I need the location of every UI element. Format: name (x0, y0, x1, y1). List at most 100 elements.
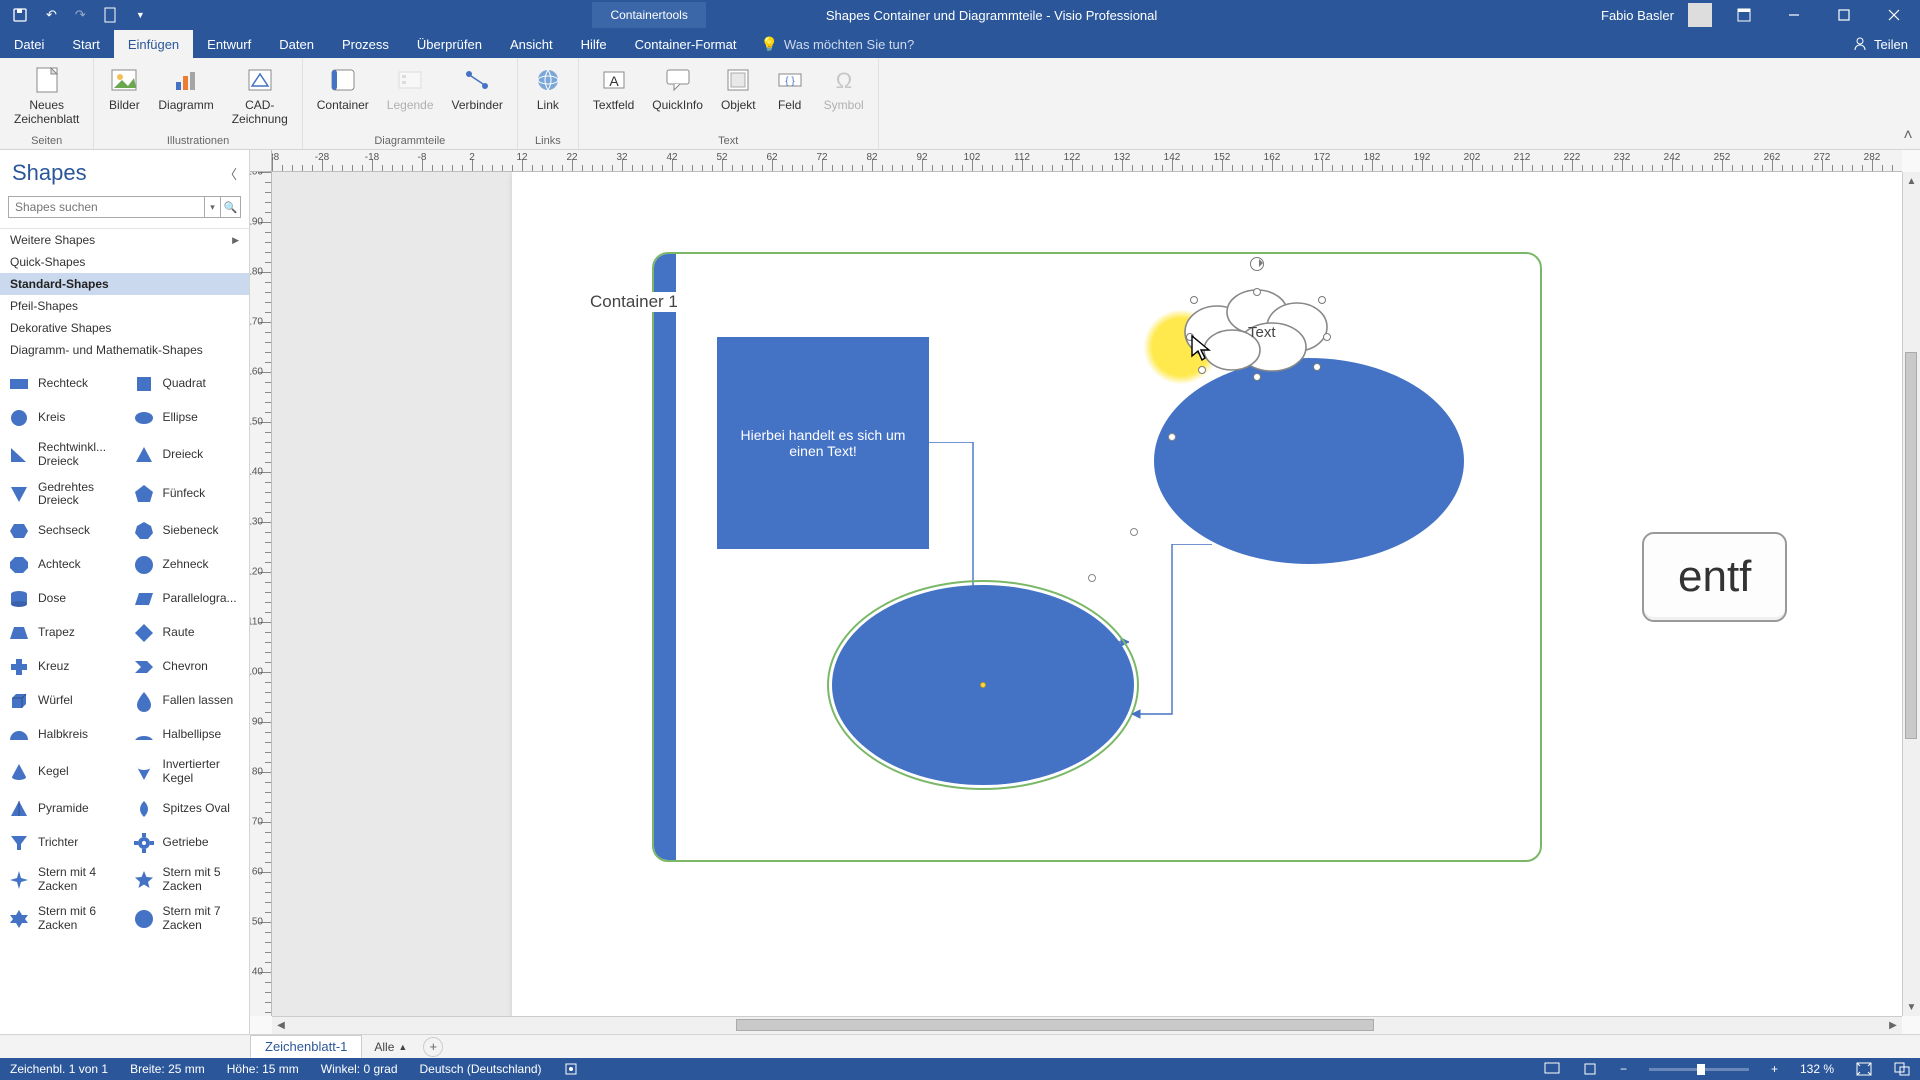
shape-palette-item[interactable]: Chevron (125, 650, 250, 684)
shape-palette-item[interactable]: Zehneck (125, 548, 250, 582)
macro-recording-icon[interactable] (564, 1062, 578, 1076)
connection-point[interactable] (1088, 574, 1096, 582)
ribbon-tab-start[interactable]: Start (58, 30, 113, 58)
scroll-right-icon[interactable]: ▶ (1884, 1017, 1902, 1034)
ribbon-cad-button[interactable]: CAD-Zeichnung (226, 62, 294, 129)
undo-button[interactable]: ↶ (42, 3, 61, 27)
ribbon-display-options-icon[interactable] (1726, 0, 1762, 30)
selection-center-handle[interactable] (980, 682, 986, 688)
shape-palette-item[interactable]: Pyramide (0, 792, 125, 826)
shape-palette-item[interactable]: InvertierterKegel (125, 752, 250, 792)
maximize-button[interactable] (1826, 0, 1862, 30)
shape-palette-item[interactable]: Siebeneck (125, 514, 250, 548)
container-label[interactable]: Container 1 (590, 292, 678, 312)
selection-handle[interactable] (1313, 363, 1321, 371)
shape-palette-item[interactable]: Trichter (0, 826, 125, 860)
callout-text[interactable]: Text (1248, 324, 1276, 341)
selection-handle[interactable] (1318, 296, 1326, 304)
selection-handle[interactable] (1253, 373, 1261, 381)
stencil-item[interactable]: Standard-Shapes (0, 273, 249, 295)
drawing-page[interactable]: Container 1 Hierbei handelt es sich um e… (512, 172, 1902, 1016)
ribbon-tab-container-format[interactable]: Container-Format (621, 30, 751, 58)
shape-palette-item[interactable]: Fünfeck (125, 475, 250, 515)
shape-palette-item[interactable]: Rechteck (0, 367, 125, 401)
shape-palette-item[interactable]: Dose (0, 582, 125, 616)
shape-palette-item[interactable]: Quadrat (125, 367, 250, 401)
zoom-slider[interactable] (1649, 1068, 1749, 1071)
shape-palette-item[interactable]: Stern mit 4Zacken (0, 860, 125, 900)
stencil-item[interactable]: Quick-Shapes (0, 251, 249, 273)
pan-zoom-window-icon[interactable] (1894, 1062, 1910, 1076)
selection-handle[interactable] (1186, 333, 1194, 341)
selection-handle[interactable] (1323, 333, 1331, 341)
rotate-handle[interactable] (1250, 257, 1264, 271)
ellipse-shape-1[interactable] (832, 585, 1134, 785)
close-button[interactable] (1876, 0, 1912, 30)
ribbon-quickinfo-button[interactable]: QuickInfo (646, 62, 709, 114)
scroll-left-icon[interactable]: ◀ (272, 1017, 290, 1034)
shape-palette-item[interactable]: Trapez (0, 616, 125, 650)
zoom-out-button[interactable]: − (1620, 1062, 1627, 1076)
ribbon-picture-button[interactable]: Bilder (102, 62, 146, 114)
rectangle-shape[interactable]: Hierbei handelt es sich um einen Text! (717, 337, 929, 549)
ribbon-connector-button[interactable]: Verbinder (446, 62, 509, 114)
ribbon-link-button[interactable]: Link (526, 62, 570, 114)
connection-point[interactable] (1130, 528, 1138, 536)
stencil-item[interactable]: Dekorative Shapes (0, 317, 249, 339)
ribbon-container-button[interactable]: Container (311, 62, 375, 114)
ribbon-tab-hilfe[interactable]: Hilfe (567, 30, 621, 58)
status-language[interactable]: Deutsch (Deutschland) (420, 1062, 542, 1076)
presentation-mode-icon[interactable] (1544, 1062, 1560, 1076)
collapse-ribbon-icon[interactable]: ˄ (1896, 58, 1920, 149)
shape-palette-item[interactable]: Raute (125, 616, 250, 650)
scroll-up-icon[interactable]: ▲ (1903, 172, 1920, 190)
user-name[interactable]: Fabio Basler (1601, 8, 1674, 23)
context-tab-container[interactable]: Containertools (592, 2, 705, 28)
shape-palette-item[interactable]: Ellipse (125, 401, 250, 435)
vertical-scrollbar[interactable]: ▲ ▼ (1902, 172, 1920, 1016)
connector-2[interactable] (1132, 544, 1212, 744)
ribbon-tab-daten[interactable]: Daten (265, 30, 328, 58)
ribbon-tab-überprüfen[interactable]: Überprüfen (403, 30, 496, 58)
ribbon-tab-einfügen[interactable]: Einfügen (114, 30, 193, 58)
shape-palette-item[interactable]: Spitzes Oval (125, 792, 250, 826)
ribbon-tab-entwurf[interactable]: Entwurf (193, 30, 265, 58)
selection-handle[interactable] (1198, 366, 1206, 374)
shape-palette-item[interactable]: Stern mit 6Zacken (0, 899, 125, 939)
stencil-item[interactable]: Pfeil-Shapes (0, 295, 249, 317)
sheets-all-button[interactable]: Alle▲ (364, 1037, 417, 1057)
ribbon-textbox-button[interactable]: ATextfeld (587, 62, 640, 114)
shape-palette-item[interactable]: Kegel (0, 752, 125, 792)
shape-palette-item[interactable]: GedrehtesDreieck (0, 475, 125, 515)
redo-button[interactable]: ↷ (71, 3, 90, 27)
shape-palette-item[interactable]: Kreuz (0, 650, 125, 684)
ribbon-tab-prozess[interactable]: Prozess (328, 30, 403, 58)
shape-palette-item[interactable]: Kreis (0, 401, 125, 435)
shape-palette-item[interactable]: Parallelogra... (125, 582, 250, 616)
shape-palette-item[interactable]: Würfel (0, 684, 125, 718)
shape-palette-item[interactable]: Sechseck (0, 514, 125, 548)
shape-palette-item[interactable]: Stern mit 7Zacken (125, 899, 250, 939)
connection-point[interactable] (1168, 433, 1176, 441)
shape-palette-item[interactable]: Halbellipse (125, 718, 250, 752)
sheet-tab[interactable]: Zeichenblatt-1 (250, 1035, 362, 1058)
minimize-button[interactable] (1776, 0, 1812, 30)
ribbon-field-button[interactable]: { }Feld (768, 62, 812, 114)
selection-handle[interactable] (1253, 288, 1261, 296)
fit-to-window-icon[interactable] (1856, 1062, 1872, 1076)
drawing-canvas[interactable]: -38-28-18-821222324252627282921021121221… (250, 150, 1920, 1034)
cloud-callout[interactable]: Text (1172, 282, 1342, 392)
shape-palette-item[interactable]: Achteck (0, 548, 125, 582)
horizontal-scrollbar[interactable]: ◀ ▶ (272, 1016, 1902, 1034)
ribbon-tab-ansicht[interactable]: Ansicht (496, 30, 567, 58)
tell-me-input[interactable] (784, 37, 984, 52)
shapes-search-go-icon[interactable]: 🔍 (221, 196, 241, 218)
shape-palette-item[interactable]: Halbkreis (0, 718, 125, 752)
fit-page-icon[interactable] (1582, 1062, 1598, 1076)
shapes-panel-collapse-icon[interactable]: 〈 (224, 164, 237, 183)
ribbon-chart-button[interactable]: Diagramm (152, 62, 219, 114)
autosave-icon[interactable] (8, 3, 32, 27)
more-shapes-item[interactable]: Weitere Shapes▶ (0, 229, 249, 251)
user-avatar[interactable] (1688, 3, 1712, 27)
share-button[interactable]: Teilen (1874, 37, 1908, 52)
